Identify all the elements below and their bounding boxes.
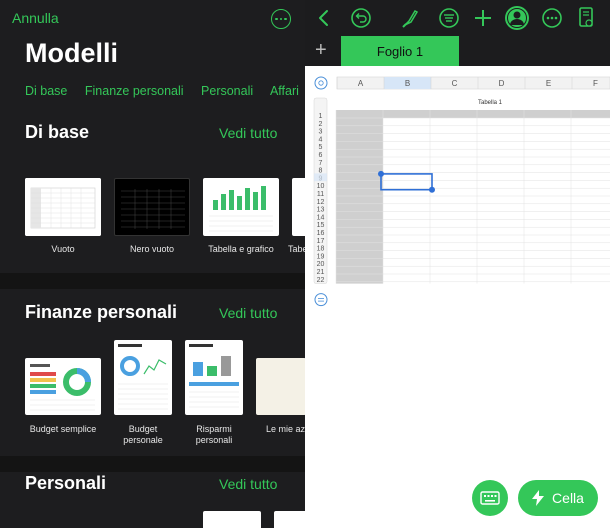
template-label-tabella-grafico: Tabella e grafico: [208, 244, 274, 254]
row-header-selected: [314, 173, 327, 182]
selection-handle-top[interactable]: [378, 170, 384, 177]
spreadsheet-view: + Foglio 1 ABCDEF12345678910111213141516…: [305, 0, 610, 528]
row-header-2[interactable]: 2: [319, 121, 323, 128]
cancel-button[interactable]: Annulla: [12, 10, 59, 26]
template-label-risparmi-personali: Risparmi personali: [195, 424, 233, 445]
row-header-21[interactable]: 21: [317, 269, 325, 276]
paintbrush-icon[interactable]: [402, 10, 419, 28]
row-header-1[interactable]: 1: [319, 113, 323, 120]
page-title: Modelli: [25, 38, 118, 68]
column-header-d[interactable]: D: [499, 79, 505, 88]
row-header-18[interactable]: 18: [317, 246, 325, 253]
template-personali-thumbnail-1[interactable]: [203, 511, 261, 528]
toolbar: [305, 0, 610, 36]
column-header-e[interactable]: E: [546, 79, 551, 88]
row-header-10[interactable]: 10: [317, 183, 325, 190]
template-partial-2-thumbnail[interactable]: [256, 358, 305, 415]
table-grid[interactable]: ABCDEF1234567891011121314151617181920212…: [305, 66, 610, 528]
template-nero-vuoto-thumbnail[interactable]: [114, 178, 190, 236]
template-partial-thumbnail[interactable]: [292, 178, 305, 236]
section-title-personali: Personali: [25, 473, 107, 493]
template-chooser: Annulla Modelli Di base Finanze personal…: [0, 0, 305, 528]
select-all-icon[interactable]: [314, 76, 328, 90]
document-view-icon[interactable]: [579, 7, 593, 27]
row-header-4[interactable]: 4: [319, 136, 323, 143]
template-label-budget-personale: Budget personale: [123, 424, 163, 445]
column-header-b[interactable]: B: [405, 79, 410, 88]
row-header-20[interactable]: 20: [317, 261, 325, 268]
column-header-a[interactable]: A: [358, 79, 364, 88]
lightning-icon: [532, 490, 545, 506]
format-list-icon[interactable]: [439, 8, 459, 28]
cell-button-label: Cella: [552, 490, 584, 506]
keyboard-button[interactable]: [472, 480, 508, 516]
row-header-3[interactable]: 3: [319, 129, 323, 136]
undo-icon[interactable]: [351, 8, 371, 28]
row-header-6[interactable]: 6: [319, 152, 323, 159]
section-title-finanze-personali: Finanze personali: [25, 302, 178, 322]
more-options-icon[interactable]: [271, 9, 291, 29]
template-label-budget-semplice: Budget semplice: [29, 424, 97, 434]
row-header-19[interactable]: 19: [317, 253, 325, 260]
category-bar: Di base Finanze personali Personali Affa…: [25, 84, 305, 98]
row-header-15[interactable]: 15: [317, 222, 325, 229]
row-header-5[interactable]: 5: [319, 144, 323, 151]
cell-button[interactable]: Cella: [518, 480, 598, 516]
category-di-base[interactable]: Di base: [25, 84, 67, 98]
column-header-bar: [336, 76, 610, 90]
column-header-c[interactable]: C: [452, 79, 458, 88]
row-header-16[interactable]: 16: [317, 230, 325, 237]
row-header-17[interactable]: 17: [317, 238, 325, 245]
template-risparmi-personali-thumbnail[interactable]: [185, 340, 243, 415]
row-header-12[interactable]: 12: [317, 199, 325, 206]
template-label-partial-2: Le mie az: [266, 424, 305, 434]
row-header-11[interactable]: 11: [317, 191, 324, 198]
template-personali-thumbnail-2[interactable]: [274, 511, 305, 528]
sheet-canvas[interactable]: ABCDEF1234567891011121314151617181920212…: [305, 66, 610, 528]
add-rows-handle[interactable]: [314, 293, 328, 307]
section-divider: [0, 273, 305, 289]
add-icon[interactable]: [475, 10, 491, 26]
table-header-column: [336, 110, 383, 284]
row-header-22[interactable]: 22: [317, 277, 325, 284]
tab-foglio-1[interactable]: Foglio 1: [341, 36, 459, 66]
row-header-13[interactable]: 13: [317, 207, 325, 214]
template-vuoto-thumbnail[interactable]: [25, 178, 101, 236]
template-tabella-grafico-thumbnail[interactable]: [203, 178, 279, 236]
collaborate-icon[interactable]: [505, 6, 529, 30]
template-budget-personale-thumbnail[interactable]: [114, 340, 172, 415]
selection-handle-bottom[interactable]: [429, 186, 435, 193]
selected-cell[interactable]: [380, 173, 433, 191]
table-title[interactable]: Tabella 1: [465, 100, 515, 106]
see-all-personali-link[interactable]: Vedi tutto: [219, 476, 277, 492]
category-finanze-personali[interactable]: Finanze personali: [85, 84, 184, 98]
category-personali[interactable]: Personali: [201, 84, 253, 98]
back-icon[interactable]: [319, 10, 328, 26]
more-icon[interactable]: [542, 8, 562, 28]
see-all-di-base-link[interactable]: Vedi tutto: [219, 125, 277, 141]
template-label-vuoto: Vuoto: [51, 244, 75, 254]
keyboard-icon: [480, 491, 500, 505]
row-header-7[interactable]: 7: [319, 160, 323, 167]
sheet-tab-bar: + Foglio 1: [305, 36, 610, 66]
category-affari[interactable]: Affari: [270, 84, 299, 98]
add-sheet-icon[interactable]: +: [315, 39, 327, 62]
column-header-f[interactable]: F: [593, 79, 598, 88]
template-budget-semplice-thumbnail[interactable]: [25, 358, 101, 415]
section-divider: [0, 456, 305, 472]
section-title-di-base: Di base: [25, 122, 90, 142]
toolbar-icons: [319, 6, 593, 30]
template-label-nero-vuoto: Nero vuoto: [129, 244, 175, 254]
see-all-finanze-link[interactable]: Vedi tutto: [219, 305, 277, 321]
template-label-partial: Tabe: [288, 244, 305, 254]
row-header-14[interactable]: 14: [317, 214, 325, 221]
